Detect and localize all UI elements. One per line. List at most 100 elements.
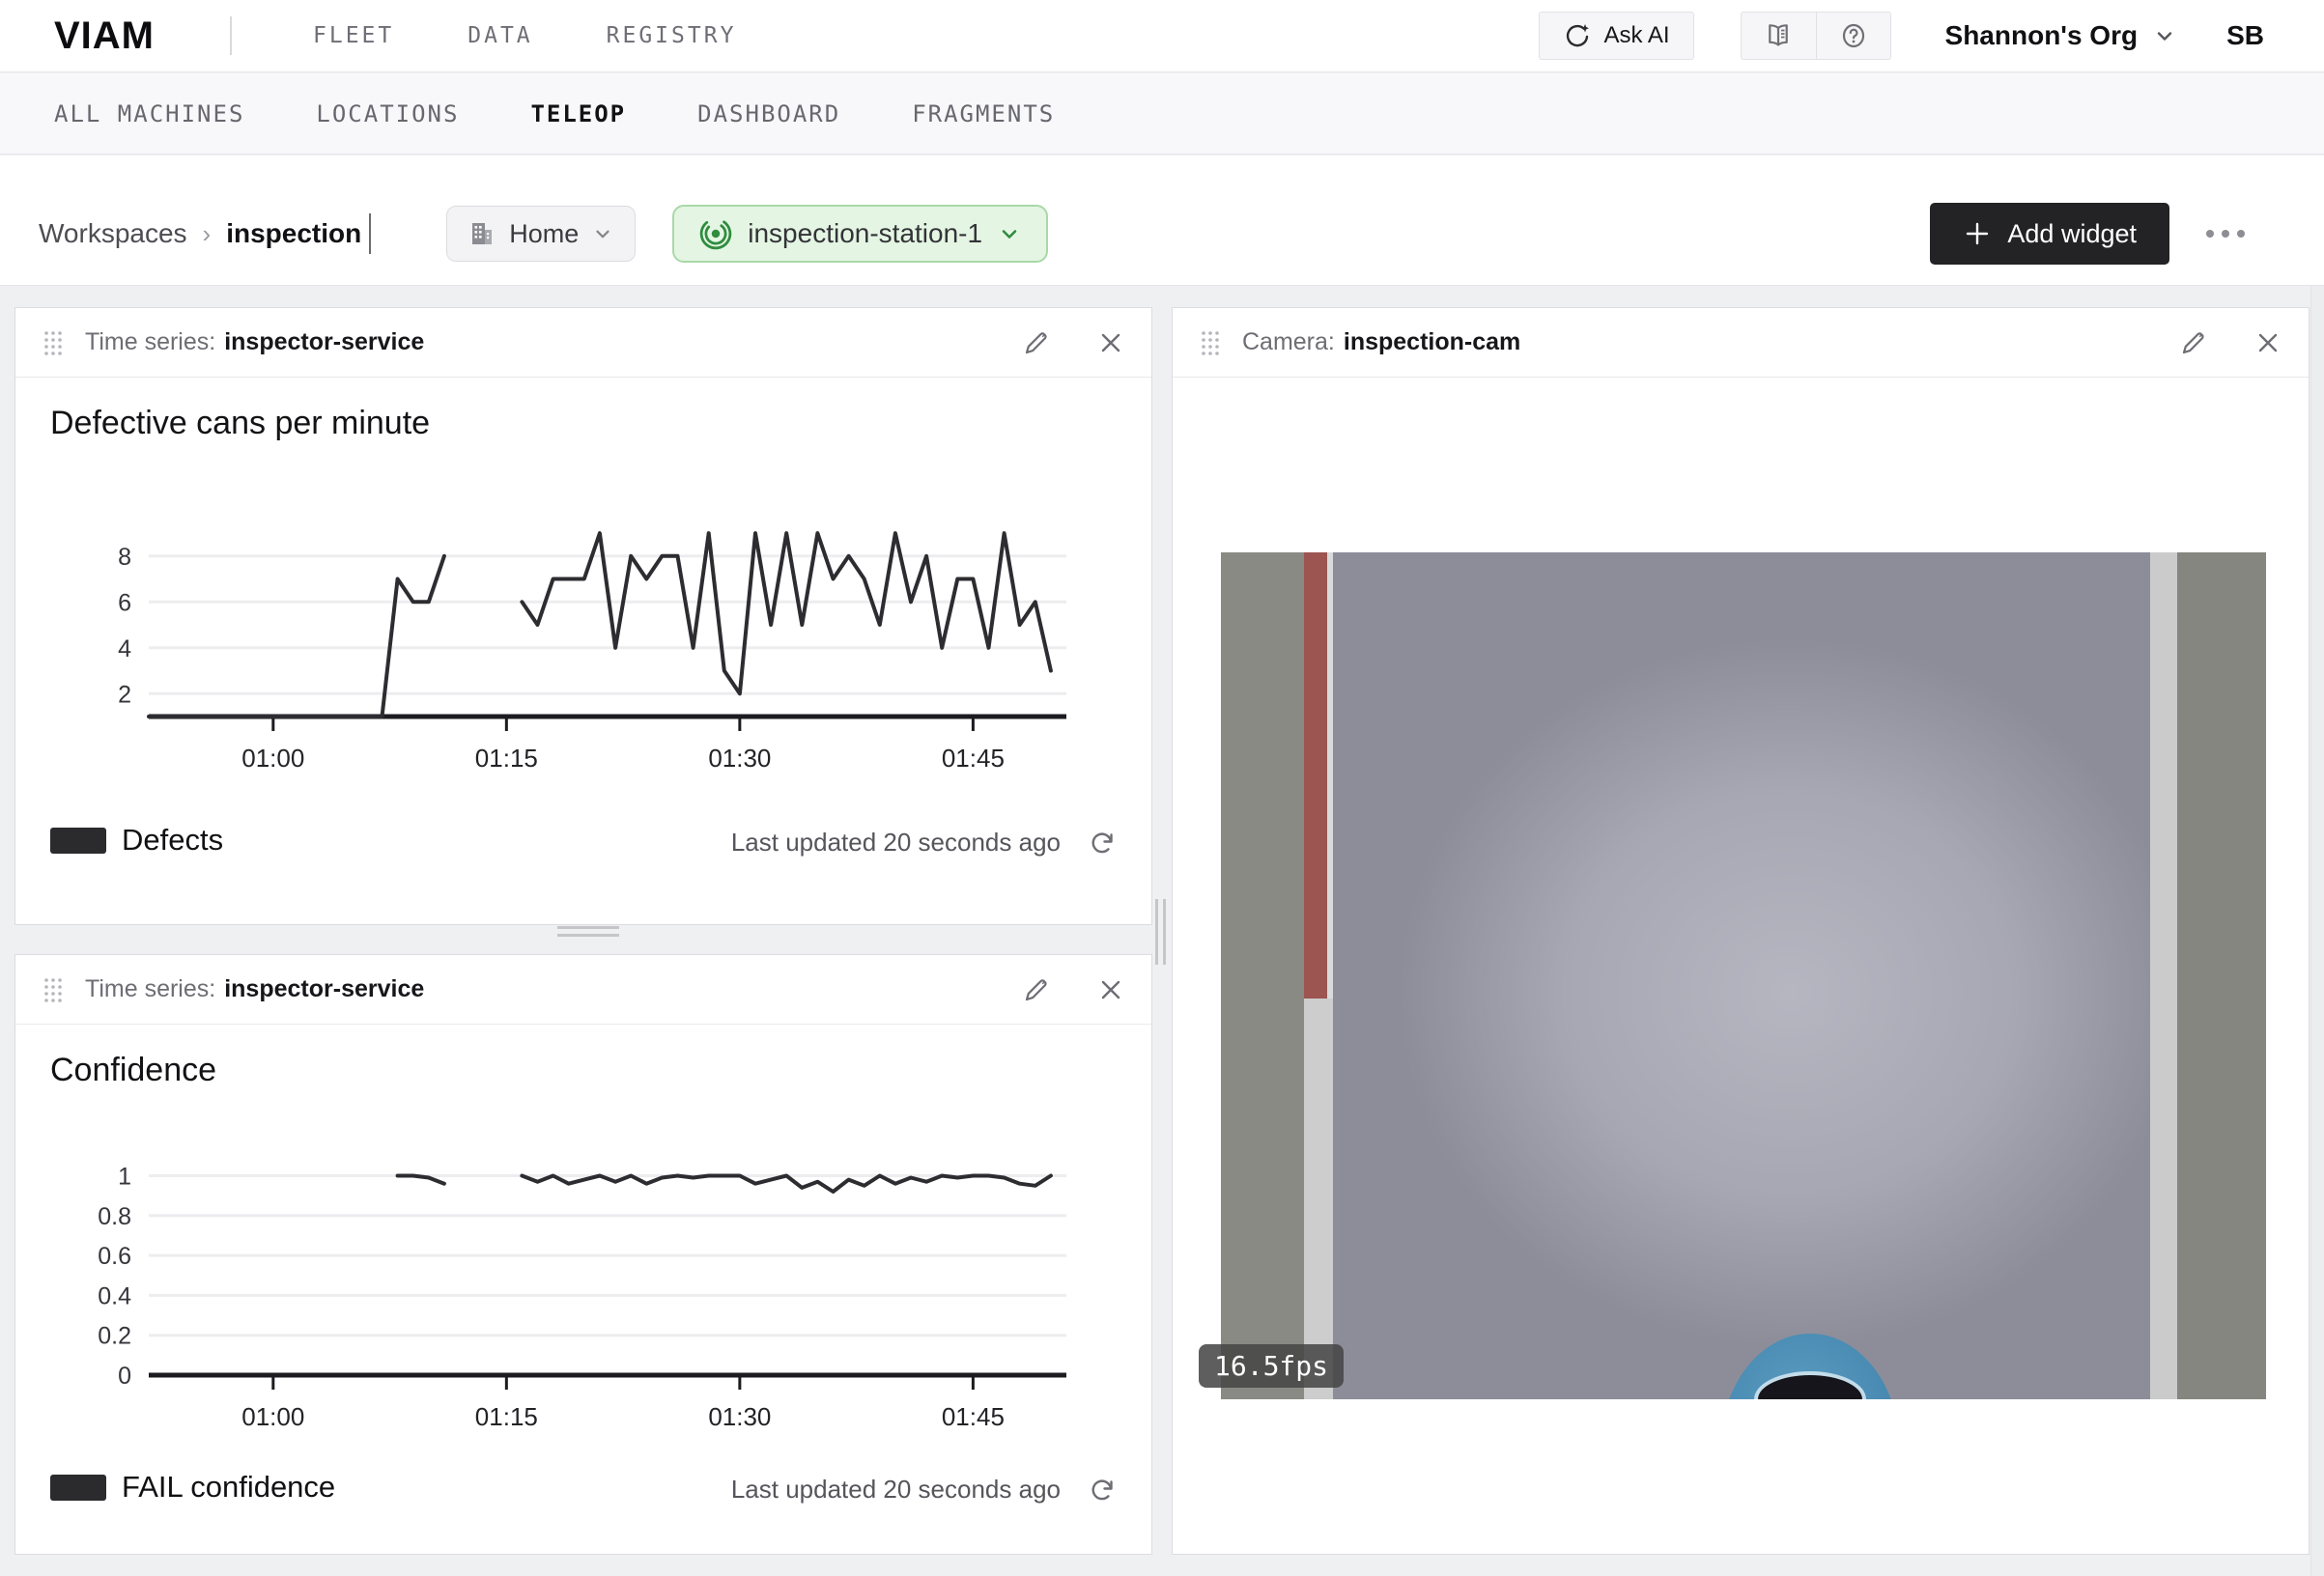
help-button[interactable] <box>1816 13 1890 59</box>
workspace-actions: Add widget <box>1930 203 2285 265</box>
widget-resource-name: inspector-service <box>224 328 424 356</box>
svg-text:01:30: 01:30 <box>708 744 771 773</box>
svg-text:4: 4 <box>118 635 131 662</box>
workspace-title-input[interactable]: inspection <box>226 218 361 249</box>
widget-type-label: Camera: <box>1242 328 1335 356</box>
camera-right-rail <box>2150 552 2177 1399</box>
location-selector[interactable]: Home <box>446 206 636 262</box>
add-widget-button[interactable]: Add widget <box>1930 203 2169 265</box>
close-widget-button[interactable] <box>1097 329 1124 356</box>
breadcrumb-workspaces[interactable]: Workspaces <box>39 218 187 249</box>
primary-nav: FLEET DATA REGISTRY <box>313 23 736 48</box>
tab-teleop[interactable]: TELEOP <box>530 100 626 127</box>
edit-widget-button[interactable] <box>1022 328 1051 357</box>
chevron-down-icon <box>592 223 613 244</box>
camera-right-wall <box>2177 552 2266 1399</box>
camera-conveyor-surface <box>1333 552 2150 1399</box>
machine-label: inspection-station-1 <box>748 218 982 249</box>
breadcrumb-separator: › <box>203 219 212 249</box>
widget-type-label: Time series: <box>85 328 215 356</box>
svg-text:01:00: 01:00 <box>241 1402 304 1431</box>
nav-item-registry[interactable]: REGISTRY <box>607 23 737 48</box>
workspace-bar: Workspaces › inspection Home inspection-… <box>0 155 2324 286</box>
widget-resource-name: inspector-service <box>224 975 424 1003</box>
ellipsis-icon <box>2202 226 2249 241</box>
confidence-line-chart: 00.20.40.60.8101:0001:1501:3001:45 <box>29 1148 1130 1438</box>
widget-timeseries-defects: Time series: inspector-service Defective… <box>14 307 1152 925</box>
nav-item-data[interactable]: DATA <box>468 23 532 48</box>
drag-handle-icon[interactable] <box>43 328 64 357</box>
last-updated-text: Last updated 20 seconds ago <box>731 828 1061 858</box>
last-updated-text: Last updated 20 seconds ago <box>731 1475 1061 1505</box>
chart-title: Confidence <box>50 1052 216 1089</box>
svg-text:1: 1 <box>118 1163 131 1190</box>
legend-label: FAIL confidence <box>122 1470 335 1505</box>
location-label: Home <box>509 219 579 249</box>
svg-text:01:30: 01:30 <box>708 1402 771 1431</box>
last-updated-row: Last updated 20 seconds ago <box>731 1475 1117 1505</box>
text-cursor <box>369 213 371 254</box>
more-options-button[interactable] <box>2202 226 2249 241</box>
chart-legend: FAIL confidence <box>50 1470 335 1505</box>
org-name: Shannon's Org <box>1945 20 2139 51</box>
widget-header: Camera: inspection-cam <box>1173 308 2309 378</box>
machine-selector[interactable]: inspection-station-1 <box>672 205 1048 263</box>
docs-button[interactable] <box>1742 13 1816 59</box>
svg-text:6: 6 <box>118 589 131 616</box>
svg-text:01:45: 01:45 <box>942 1402 1005 1431</box>
widget-header: Time series: inspector-service <box>15 308 1151 378</box>
drag-handle-icon[interactable] <box>43 975 64 1004</box>
camera-left-wall <box>1221 552 1304 1399</box>
user-avatar[interactable]: SB <box>2226 20 2264 51</box>
legend-swatch <box>50 828 106 854</box>
ask-ai-button[interactable]: Ask AI <box>1539 12 1694 60</box>
svg-text:2: 2 <box>118 681 131 708</box>
row-resize-handle[interactable] <box>557 926 619 938</box>
widget-resource-name: inspection-cam <box>1344 328 1520 356</box>
svg-text:0.8: 0.8 <box>98 1203 131 1230</box>
edit-widget-button[interactable] <box>2179 328 2208 357</box>
tab-fragments[interactable]: FRAGMENTS <box>912 100 1055 127</box>
tab-dashboard[interactable]: DASHBOARD <box>697 100 840 127</box>
chevron-down-icon <box>2153 24 2176 47</box>
legend-label: Defects <box>122 823 223 858</box>
edit-widget-button[interactable] <box>1022 975 1051 1004</box>
legend-swatch <box>50 1475 106 1501</box>
widget-timeseries-confidence: Time series: inspector-service Confidenc… <box>14 954 1152 1555</box>
org-selector[interactable]: Shannon's Org <box>1945 20 2177 51</box>
svg-text:01:45: 01:45 <box>942 744 1005 773</box>
svg-text:8: 8 <box>118 544 131 571</box>
fps-badge: 16.5fps <box>1199 1344 1344 1388</box>
top-header: VIAM FLEET DATA REGISTRY Ask AI <box>0 0 2324 72</box>
chart-legend: Defects <box>50 823 223 858</box>
svg-text:01:00: 01:00 <box>241 744 304 773</box>
page-scrollbar[interactable] <box>2310 286 2324 1576</box>
close-widget-button[interactable] <box>2254 329 2281 356</box>
tab-locations[interactable]: LOCATIONS <box>316 100 459 127</box>
column-resize-handle[interactable] <box>1155 899 1166 965</box>
drag-handle-icon[interactable] <box>1200 328 1221 357</box>
widget-type-label: Time series: <box>85 975 215 1003</box>
defects-line-chart: 246801:0001:1501:3001:45 <box>29 511 1130 801</box>
close-widget-button[interactable] <box>1097 976 1124 1003</box>
chart-title: Defective cans per minute <box>50 405 430 442</box>
add-widget-label: Add widget <box>2007 219 2137 249</box>
header-actions: Ask AI Shannon's Org SB <box>1539 12 2265 60</box>
machine-online-icon <box>699 217 732 250</box>
viam-logo[interactable]: VIAM <box>54 14 155 58</box>
refresh-button[interactable] <box>1088 1476 1117 1505</box>
tab-all-machines[interactable]: ALL MACHINES <box>54 100 244 127</box>
nav-item-fleet[interactable]: FLEET <box>313 23 394 48</box>
camera-red-post <box>1304 552 1327 999</box>
ask-ai-icon <box>1563 21 1592 50</box>
ask-ai-label: Ask AI <box>1604 22 1670 49</box>
svg-text:0.6: 0.6 <box>98 1243 131 1270</box>
last-updated-row: Last updated 20 seconds ago <box>731 828 1117 858</box>
refresh-button[interactable] <box>1088 829 1117 858</box>
docs-help-group <box>1741 12 1891 60</box>
plus-icon <box>1963 219 1992 248</box>
svg-text:0: 0 <box>118 1363 131 1390</box>
camera-stream-image <box>1221 552 2266 1399</box>
building-icon <box>468 220 496 247</box>
svg-text:0.2: 0.2 <box>98 1323 131 1350</box>
